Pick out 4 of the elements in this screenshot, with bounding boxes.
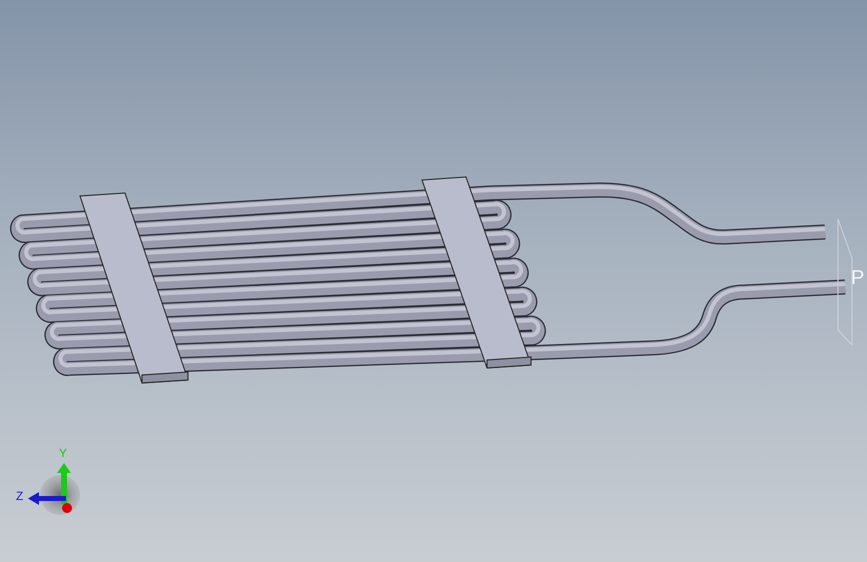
axis-label: Z — [16, 489, 24, 503]
plane-label: P — [851, 267, 864, 289]
axis-label: Y — [59, 446, 68, 460]
axis-ball-icon — [62, 503, 72, 513]
